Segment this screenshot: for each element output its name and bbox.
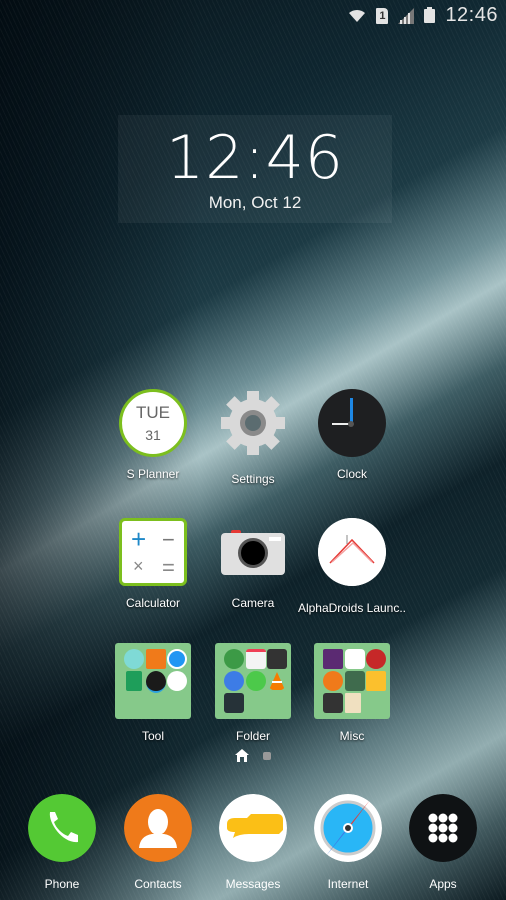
gear-icon: [221, 391, 285, 455]
folder-icon: [314, 643, 390, 719]
status-bar: 1 12:46: [0, 0, 506, 32]
wifi-icon: [224, 693, 244, 713]
folder-icon: [215, 643, 291, 719]
head-icon: [323, 671, 343, 691]
alphadroids-icon: [318, 518, 386, 586]
app-settings[interactable]: Settings: [198, 389, 308, 486]
contact-icon: [124, 794, 192, 862]
josh-icon: [323, 649, 343, 669]
target-icon: [345, 649, 365, 669]
folder-tool[interactable]: Tool: [98, 643, 208, 743]
phone-icon: [28, 794, 96, 862]
compass-icon: [314, 794, 382, 862]
clock-icon: [318, 389, 386, 457]
widget-date: Mon, Oct 12: [208, 193, 302, 212]
dock-label: Internet: [327, 877, 369, 891]
folder-icon: [115, 643, 191, 719]
page-indicator: [0, 749, 506, 762]
app-s-planner[interactable]: TUE 31 S Planner: [98, 389, 208, 481]
folder-label: Folder: [235, 729, 270, 743]
folder-label: Tool: [141, 729, 164, 743]
sheets-icon: [126, 671, 142, 691]
folder-folder[interactable]: Folder: [198, 643, 308, 743]
bird-icon: [366, 649, 386, 669]
wifi-icon: [349, 9, 366, 22]
dock-label: Contacts: [134, 877, 182, 891]
camera-icon: [219, 518, 287, 586]
app-label: Settings: [231, 472, 275, 486]
calculator-icon: + − × =: [119, 518, 187, 586]
c-app-icon: [124, 649, 144, 669]
flame-icon: [345, 671, 365, 691]
folder-misc[interactable]: Misc: [297, 643, 407, 743]
dock-label: Phone: [44, 877, 80, 891]
dock-phone[interactable]: Phone: [17, 794, 107, 891]
dock-messages[interactable]: Messages: [208, 794, 298, 891]
apps-grid-icon: [409, 794, 477, 862]
app-calculator[interactable]: + − × = Calculator: [98, 518, 208, 610]
dock-label: Messages: [225, 877, 281, 891]
android-box-icon: [323, 693, 343, 713]
app-label: Calculator: [125, 596, 181, 610]
word-icon: [345, 693, 361, 713]
dock-apps[interactable]: Apps: [398, 794, 488, 891]
app-alphadroids-launcher[interactable]: AlphaDroids Launc..: [297, 518, 407, 615]
map-pin-icon: [224, 649, 244, 669]
dock-label: Apps: [429, 877, 457, 891]
signal-icon: [398, 7, 415, 24]
status-time: 12:46: [445, 4, 498, 26]
phone-icon: [246, 671, 266, 691]
dock-contacts[interactable]: Contacts: [113, 794, 203, 891]
app-label: Clock: [336, 467, 367, 481]
app-label: Camera: [231, 596, 275, 610]
app-label: AlphaDroids Launc..: [297, 601, 407, 615]
android-box-icon: [267, 649, 287, 669]
page-dot[interactable]: [263, 751, 271, 760]
sim-icon: 1: [376, 7, 389, 24]
compass-icon: [167, 649, 187, 669]
bottle-icon: [146, 649, 166, 669]
bulb-icon: [366, 671, 386, 691]
app-clock[interactable]: Clock: [297, 389, 407, 481]
play-icon: [224, 671, 244, 691]
folder-label: Misc: [339, 729, 365, 743]
clock-widget[interactable]: 12:46 Mon, Oct 12: [118, 115, 392, 223]
app-camera[interactable]: Camera: [198, 518, 308, 610]
messages-icon: [219, 794, 287, 862]
calendar-icon: TUE 31: [119, 389, 187, 457]
planet-icon: [146, 671, 166, 693]
vlc-icon: [269, 672, 285, 690]
pocket-icon: [246, 649, 266, 669]
home-page-icon[interactable]: [235, 749, 249, 762]
smart-home-icon: [167, 671, 187, 691]
widget-time: 12:46: [166, 123, 344, 193]
app-label: S Planner: [126, 467, 180, 481]
battery-icon: [424, 6, 436, 23]
dock-internet[interactable]: Internet: [303, 794, 393, 891]
